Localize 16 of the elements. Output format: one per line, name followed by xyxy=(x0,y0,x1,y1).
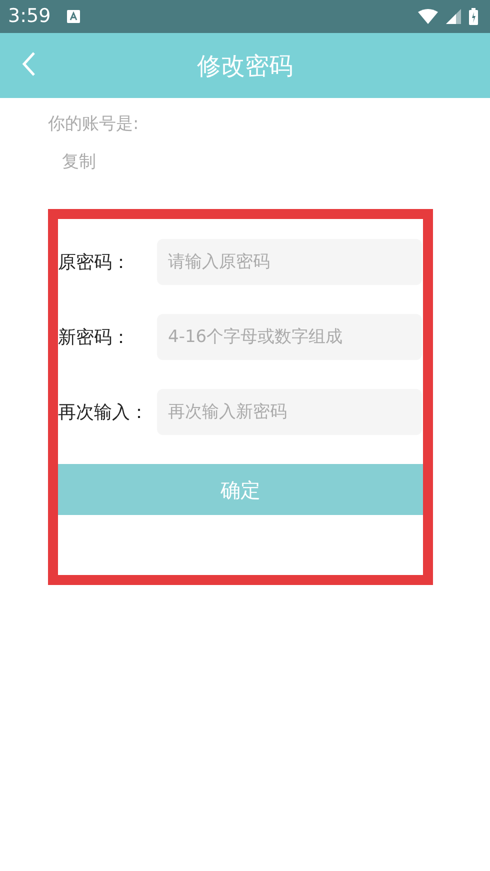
field-label: 新密码： xyxy=(58,326,131,350)
page-title: 修改密码 xyxy=(197,50,293,82)
password-field[interactable]: 再次输入新密码 xyxy=(157,389,422,435)
wifi-icon xyxy=(418,9,438,24)
notification-icon xyxy=(66,10,80,23)
copy-button[interactable]: 复制 xyxy=(62,150,96,175)
signal-icon xyxy=(446,9,461,24)
confirm-button[interactable]: 确定 xyxy=(58,464,423,515)
field-label: 再次输入： xyxy=(58,400,149,424)
password-field[interactable]: 4-16个字母或数字组成 xyxy=(157,314,422,360)
account-label: 你的账号是: xyxy=(48,113,140,136)
password-field[interactable]: 请输入原密码 xyxy=(157,239,422,285)
status-time: 3:59 xyxy=(8,4,51,30)
back-button[interactable] xyxy=(22,51,36,77)
battery-icon xyxy=(469,8,478,25)
field-label: 原密码： xyxy=(58,250,131,274)
